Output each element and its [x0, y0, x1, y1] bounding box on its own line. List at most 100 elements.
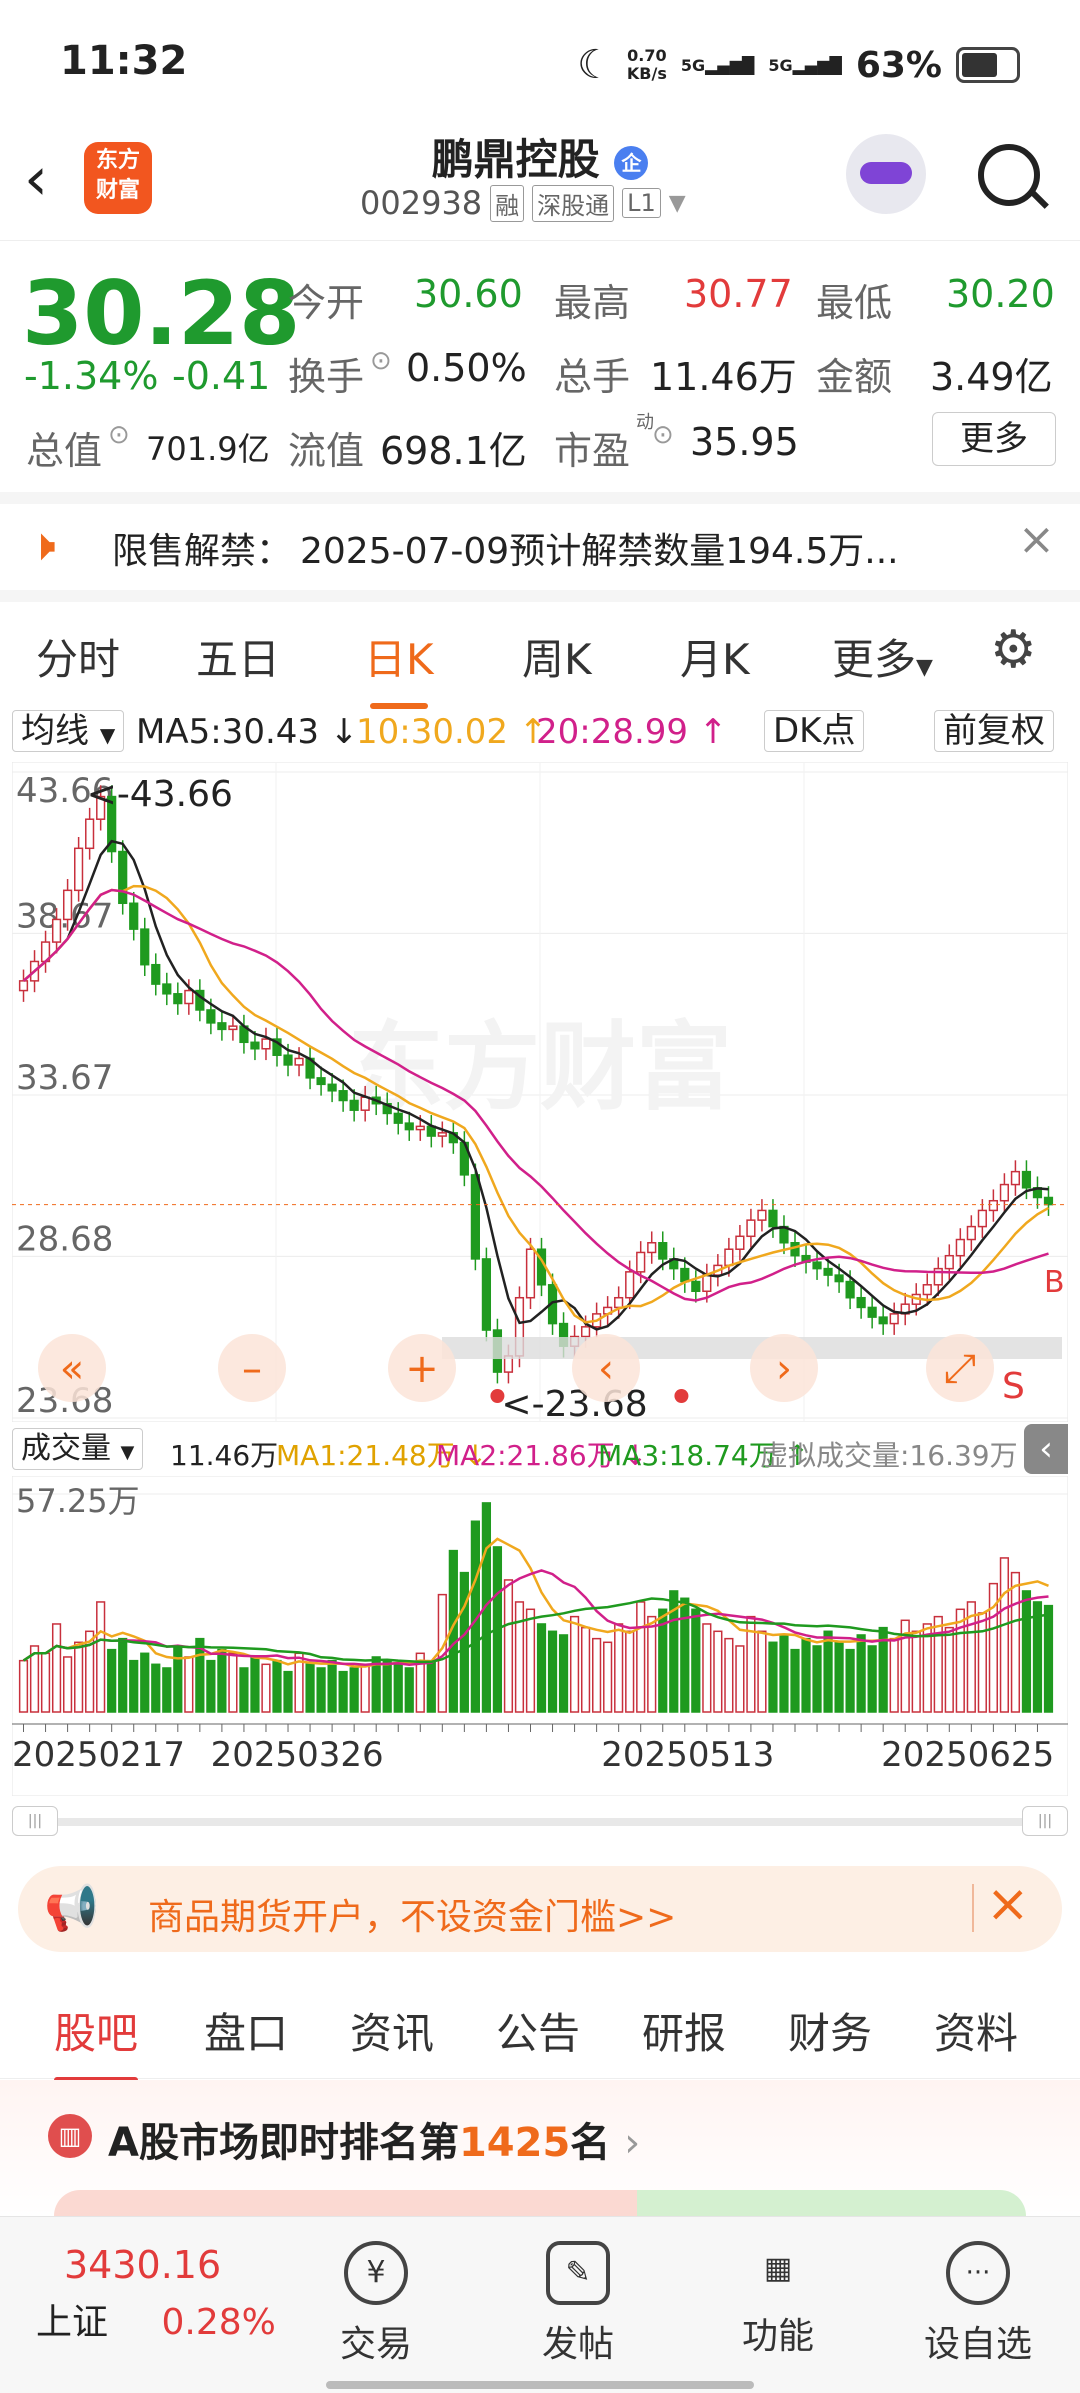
chart-scrollbar[interactable]: ||| ||| — [12, 1806, 1068, 1836]
candle-body — [1021, 1170, 1032, 1189]
volume-bar — [702, 1623, 712, 1713]
divider — [972, 1884, 974, 1932]
candle-body — [922, 1284, 932, 1296]
tab-profile[interactable]: 资料 — [934, 2000, 1018, 2061]
tab-five-day[interactable]: 五日 — [196, 626, 280, 687]
open-label: 今开 — [288, 281, 365, 325]
volume-bar — [636, 1601, 646, 1713]
volume-bar — [283, 1670, 293, 1713]
nav-functions[interactable]: ▦ 功能 — [708, 2241, 848, 2359]
pan-right-icon[interactable]: › — [776, 1346, 792, 1392]
volume-bar — [151, 1663, 161, 1713]
status-icons: ☾ 0.70 KB/s 5G▂▄▆█ 5G▂▄▆█ 63% — [577, 42, 1020, 88]
stock-name: 鹏鼎控股 — [431, 135, 600, 184]
volume-bar — [173, 1645, 183, 1713]
candle-body — [580, 1326, 591, 1338]
close-icon[interactable]: × — [986, 1874, 1030, 1934]
candle-body — [349, 1099, 359, 1111]
tag-level: L1 — [622, 188, 661, 218]
candle-body — [217, 1022, 227, 1031]
candle-body — [525, 1248, 536, 1299]
volume-bar — [459, 1571, 469, 1713]
adjust-button[interactable]: 前复权 — [934, 710, 1054, 752]
stock-code: 002938 — [360, 184, 483, 222]
pan-left-icon[interactable]: ‹ — [598, 1346, 614, 1392]
collapse-panel-icon[interactable]: ‹ — [1024, 1424, 1068, 1474]
minus-icon[interactable]: – — [242, 1346, 262, 1392]
scroll-handle-left[interactable]: ||| — [12, 1806, 58, 1836]
candle-body — [614, 1296, 624, 1309]
candle-body — [74, 847, 84, 892]
battery-percent: 63% — [855, 44, 942, 86]
promo-banner[interactable]: 📢 商品期货开户，不设资金门槛>> × — [18, 1866, 1062, 1952]
tab-announcements[interactable]: 公告 — [496, 2000, 580, 2061]
nav-trade-label: 交易 — [339, 2324, 412, 2365]
volume-bar — [393, 1663, 403, 1713]
candle-body — [790, 1242, 800, 1257]
candle-body — [206, 1009, 216, 1024]
nav-functions-label: 功能 — [741, 2316, 814, 2357]
volume-bar — [1010, 1571, 1021, 1713]
tab-daily-k[interactable]: 日K — [364, 626, 434, 709]
candle-body — [1043, 1196, 1054, 1206]
tab-orderbook[interactable]: 盘口 — [204, 2000, 288, 2061]
signal-icon-1: 5G▂▄▆█ — [680, 55, 755, 75]
search-icon[interactable] — [978, 144, 1049, 209]
volume-selector[interactable]: 成交量 ▼ — [12, 1428, 144, 1470]
volume-bar — [647, 1615, 657, 1713]
index-ticker[interactable]: 3430.16 上证 0.28% — [36, 2243, 276, 2345]
stock-code-row[interactable]: 002938 融 深股通 L1 ▼ — [360, 184, 686, 222]
gear-icon[interactable]: ⚙ — [990, 620, 1037, 680]
ma-selector[interactable]: 均线 ▼ — [12, 710, 125, 752]
candle-body — [735, 1235, 745, 1250]
nav-post[interactable]: ✎ 发帖 — [508, 2241, 648, 2367]
edit-icon: ✎ — [546, 2241, 610, 2305]
tab-financials[interactable]: 财务 — [788, 2000, 872, 2061]
assistant-robot-icon[interactable] — [846, 134, 926, 214]
status-bar: 11:32 ☾ 0.70 KB/s 5G▂▄▆█ 5G▂▄▆█ 63% — [0, 0, 1080, 120]
tab-forum[interactable]: 股吧 — [54, 2000, 139, 2083]
volume-bar — [735, 1645, 745, 1713]
volume-current: 11.46万 — [170, 1439, 279, 1472]
volume-bar — [184, 1656, 194, 1713]
nav-add-watchlist[interactable]: ··· 设自选 — [908, 2241, 1048, 2367]
volume-bar — [944, 1626, 954, 1713]
candle-body — [162, 983, 172, 995]
index-change: 0.28% — [161, 2302, 276, 2343]
signal-icon-2: 5G▂▄▆█ — [768, 55, 842, 75]
volume-bar — [977, 1612, 987, 1713]
change-pct: -1.34% — [24, 354, 159, 398]
volume-bar — [1043, 1604, 1054, 1713]
close-icon[interactable]: × — [1018, 514, 1055, 565]
plus-icon[interactable]: + — [405, 1346, 439, 1392]
tab-monthly-k[interactable]: 月K — [680, 626, 750, 687]
volume-chart[interactable]: 57.25万 20250217 20250326 20250513 20250625 — [12, 1476, 1068, 1796]
tab-research[interactable]: 研报 — [642, 2000, 726, 2061]
candle-body — [889, 1313, 899, 1325]
tab-more[interactable]: 更多▼ — [832, 626, 933, 687]
rank-text: A股市场即时排名第1425名 › — [108, 2110, 640, 2168]
high-value: 30.77 — [684, 272, 793, 316]
volume-bar — [856, 1634, 866, 1713]
notice-bar[interactable]: 🕨 限售解禁： 2025-07-09预计解禁数量194.5万... × — [0, 498, 1080, 602]
more-quote-button[interactable]: 更多 — [932, 412, 1056, 466]
nav-trade[interactable]: ¥ 交易 — [306, 2241, 446, 2367]
dk-point-button[interactable]: DK点 — [764, 710, 865, 752]
expand-icon[interactable]: ⤢ — [944, 1346, 976, 1392]
dropdown-triangle-icon: ▼ — [120, 1442, 135, 1463]
x-tick-label: 20250513 — [601, 1735, 774, 1775]
zoom-out-icon[interactable]: « — [60, 1346, 84, 1392]
tab-news[interactable]: 资讯 — [350, 2000, 434, 2061]
candlestick-chart[interactable]: 43.6638.6733.6728.6823.68东方财富<-43.66<-23… — [12, 762, 1068, 1422]
market-rank-banner[interactable]: ▥ A股市场即时排名第1425名 › — [0, 2080, 1080, 2216]
ma-legend-bar: 均线 ▼ MA5:30.43 ↓ 10:30.02 ↑ 20:28.99 ↑ D… — [12, 708, 1070, 758]
ma-selector-label: 均线 — [21, 711, 89, 751]
volume-bar — [327, 1659, 337, 1713]
tab-weekly-k[interactable]: 周K — [522, 626, 592, 687]
megaphone-icon: 📢 — [44, 1883, 99, 1934]
x-tick-label: 20250625 — [881, 1735, 1054, 1775]
scroll-handle-right[interactable]: ||| — [1022, 1806, 1068, 1836]
candle-body — [129, 902, 139, 930]
tab-intraday[interactable]: 分时 — [36, 626, 120, 687]
section-tabs: 股吧 盘口 资讯 公告 研报 财务 资料 — [0, 1972, 1080, 2083]
